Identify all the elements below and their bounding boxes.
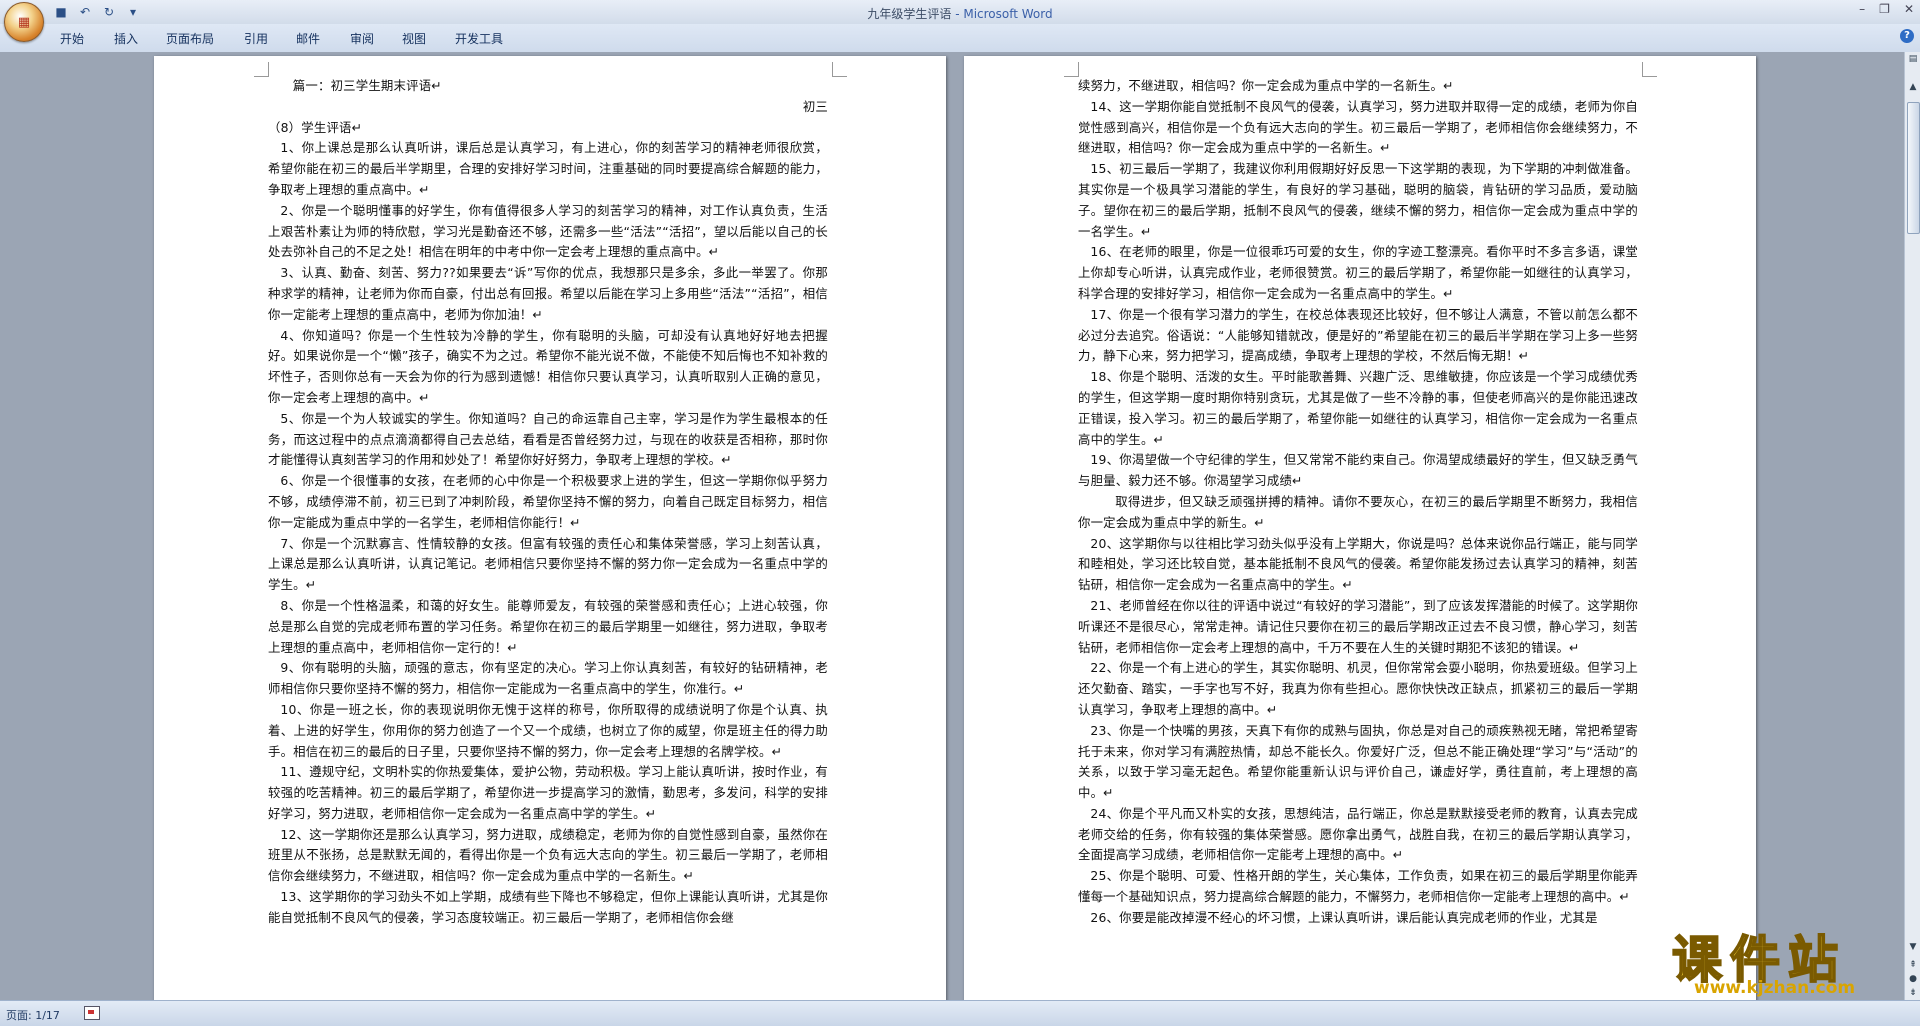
window-title: 九年级学生评语 - Microsoft Word: [0, 5, 1920, 22]
tab-page-layout[interactable]: 页面布局: [166, 30, 214, 47]
paragraph[interactable]: 22、你是一个有上进心的学生，其实你聪明、机灵，但你常常会耍小聪明，你热爱班级。…: [1078, 658, 1638, 720]
paragraph[interactable]: 6、你是一个很懂事的女孩，在老师的心中你是一个积极要求上进的学生，但这一学期你似…: [268, 471, 828, 533]
scroll-thumb[interactable]: [1907, 102, 1920, 234]
close-icon[interactable]: ✕: [1904, 2, 1914, 16]
help-icon[interactable]: ?: [1900, 29, 1914, 43]
document-page-1[interactable]: 篇一：初三学生期末评语↵ 初三 （8）学生评语↵ 1、你上课总是那么认真听讲，课后总是…: [154, 56, 946, 1000]
tab-review[interactable]: 审阅: [350, 30, 374, 47]
application-title: - Microsoft Word: [951, 7, 1053, 21]
paragraph[interactable]: 取得进步，但又缺乏顽强拼搏的精神。请你不要灰心，在初三的最后学期里不断努力，我相…: [1078, 492, 1638, 534]
paragraph[interactable]: 13、这学期你的学习劲头不如上学期，成绩有些下降也不够稳定，但你上课能认真听讲，…: [268, 887, 828, 929]
crop-mark: [1064, 62, 1079, 77]
page-count[interactable]: 页面: 1/17: [6, 1007, 60, 1023]
paragraph[interactable]: 21、老师曾经在你以往的评语中说过“有较好的学习潜能”，到了应该发挥潜能的时候了…: [1078, 596, 1638, 658]
paragraph[interactable]: 4、你知道吗？你是一个生性较为冷静的学生，你有聪明的头脑，可却没有认真地好好地去…: [268, 326, 828, 409]
ribbon-tab-bar: 开始 插入 页面布局 引用 邮件 审阅 视图 开发工具 ?: [0, 24, 1920, 53]
paragraph[interactable]: 17、你是一个很有学习潜力的学生，在校总体表现还比较好，但不够让人满意，不管以前…: [1078, 305, 1638, 367]
proofing-status-icon[interactable]: [84, 1006, 100, 1020]
title-bar: ■ ↶ ↻ ▾ 九年级学生评语 - Microsoft Word – ❐ ✕: [0, 0, 1920, 25]
crop-mark: [1642, 62, 1657, 77]
paragraph[interactable]: 8、你是一个性格温柔，和蔼的好女生。能尊师爱友，有较强的荣誉感和责任心；上进心较…: [268, 596, 828, 658]
select-browse-object-icon[interactable]: ●: [1907, 974, 1919, 986]
previous-page-icon[interactable]: ⇞: [1907, 960, 1919, 972]
next-page-icon[interactable]: ⇟: [1907, 988, 1919, 1000]
ruler-toggle-icon[interactable]: ▤: [1907, 54, 1919, 66]
tab-references[interactable]: 引用: [244, 30, 268, 47]
crop-mark: [254, 62, 269, 77]
document-page-2[interactable]: 续努力，不继进取，相信吗？你一定会成为重点中学的一名新生。↵ 14、这一学期你能自…: [964, 56, 1756, 1000]
paragraph[interactable]: 18、你是个聪明、活泼的女生。平时能歌善舞、兴趣广泛、思维敏捷，你应该是一个学习…: [1078, 367, 1638, 450]
scroll-up-icon[interactable]: ▲: [1907, 82, 1919, 94]
office-button[interactable]: ▦: [4, 2, 44, 42]
minimize-icon[interactable]: –: [1859, 2, 1865, 16]
paragraph[interactable]: 23、你是一个快嘴的男孩，天真下有你的成熟与固执，你总是对自己的顽疾熟视无睹，常…: [1078, 721, 1638, 804]
paragraph[interactable]: 9、你有聪明的头脑，顽强的意志，你有坚定的决心。学习上你认真刻苦，有较好的钻研精…: [268, 658, 828, 700]
tab-developer[interactable]: 开发工具: [455, 30, 503, 47]
paragraph[interactable]: 20、这学期你与以往相比学习劲头似乎没有上学期大，你说是吗？总体来说你品行端正，…: [1078, 534, 1638, 596]
page-1-text[interactable]: 篇一：初三学生期末评语↵ 初三 （8）学生评语↵ 1、你上课总是那么认真听讲，课后总是…: [268, 76, 828, 929]
scroll-down-icon[interactable]: ▼: [1907, 942, 1919, 954]
paragraph[interactable]: 3、认真、勤奋、刻苦、努力??如果要去“诉”写你的优点，我想那只是多余，多此一举…: [268, 263, 828, 325]
document-workspace: 篇一：初三学生期末评语↵ 初三 （8）学生评语↵ 1、你上课总是那么认真听讲，课后总是…: [0, 52, 1904, 1000]
office-logo-icon: ▦: [17, 14, 31, 30]
watermark-url: www.kjzhan.com: [1694, 978, 1856, 998]
paragraph[interactable]: 篇一：初三学生期末评语↵: [268, 76, 828, 97]
document-title: 九年级学生评语: [867, 7, 952, 21]
paragraph[interactable]: 续努力，不继进取，相信吗？你一定会成为重点中学的一名新生。↵: [1078, 76, 1638, 97]
tab-insert[interactable]: 插入: [114, 30, 138, 47]
status-bar: 页面: 1/17: [0, 1000, 1920, 1026]
paragraph[interactable]: 12、这一学期你还是那么认真学习，努力进取，成绩稳定，老师为你的自觉性感到自豪，…: [268, 825, 828, 887]
paragraph[interactable]: 11、遵规守纪，文明朴实的你热爱集体，爱护公物，劳动积极。学习上能认真听讲，按时…: [268, 762, 828, 824]
paragraph[interactable]: 25、你是个聪明、可爱、性格开朗的学生，关心集体，工作负责，如果在初三的最后学期…: [1078, 866, 1638, 908]
paragraph[interactable]: 7、你是一个沉默寡言、性情较静的女孩。但富有较强的责任心和集体荣誉感，学习上刻苦…: [268, 534, 828, 596]
paragraph[interactable]: 2、你是一个聪明懂事的好学生，你有值得很多人学习的刻苦学习的精神，对工作认真负责…: [268, 201, 828, 263]
paragraph[interactable]: （8）学生评语↵: [268, 118, 828, 139]
paragraph[interactable]: 15、初三最后一学期了，我建议你利用假期好好反思一下这学期的表现，为下学期的冲刺…: [1078, 159, 1638, 242]
paragraph[interactable]: 14、这一学期你能自觉抵制不良风气的侵袭，认真学习，努力进取并取得一定的成绩，老…: [1078, 97, 1638, 159]
paragraph[interactable]: 初三: [268, 97, 828, 118]
site-watermark: 课件站 www.kjzhan.com: [1671, 920, 1904, 1000]
page-2-text[interactable]: 续努力，不继进取，相信吗？你一定会成为重点中学的一名新生。↵ 14、这一学期你能自…: [1078, 76, 1638, 929]
paragraph[interactable]: 5、你是一个为人较诚实的学生。你知道吗？自己的命运靠自己主宰，学习是作为学生最根…: [268, 409, 828, 471]
window-controls: – ❐ ✕: [1859, 2, 1914, 16]
paragraph[interactable]: 26、你要是能改掉漫不经心的坏习惯，上课认真听讲，课后能认真完成老师的作业，尤其…: [1078, 908, 1638, 929]
vertical-scrollbar[interactable]: ▤ ▲ ▼ ⇞ ● ⇟: [1904, 52, 1920, 1000]
tab-home[interactable]: 开始: [60, 30, 84, 47]
restore-icon[interactable]: ❐: [1879, 2, 1890, 16]
paragraph[interactable]: 1、你上课总是那么认真听讲，课后总是认真学习，有上进心，你的刻苦学习的精神老师很…: [268, 138, 828, 200]
paragraph[interactable]: 16、在老师的眼里，你是一位很乖巧可爱的女生，你的字迹工整漂亮。看你平时不多言多…: [1078, 242, 1638, 304]
tab-view[interactable]: 视图: [402, 30, 426, 47]
tab-mailings[interactable]: 邮件: [296, 30, 320, 47]
paragraph[interactable]: 19、你渴望做一个守纪律的学生，但又常常不能约束自己。你渴望成绩最好的学生，但又…: [1078, 450, 1638, 492]
paragraph[interactable]: 24、你是个平凡而又朴实的女孩，思想纯洁，品行端正，你总是默默接受老师的教育，认…: [1078, 804, 1638, 866]
paragraph[interactable]: 10、你是一班之长，你的表现说明你无愧于这样的称号，你所取得的成绩说明了你是个认…: [268, 700, 828, 762]
crop-mark: [832, 62, 847, 77]
